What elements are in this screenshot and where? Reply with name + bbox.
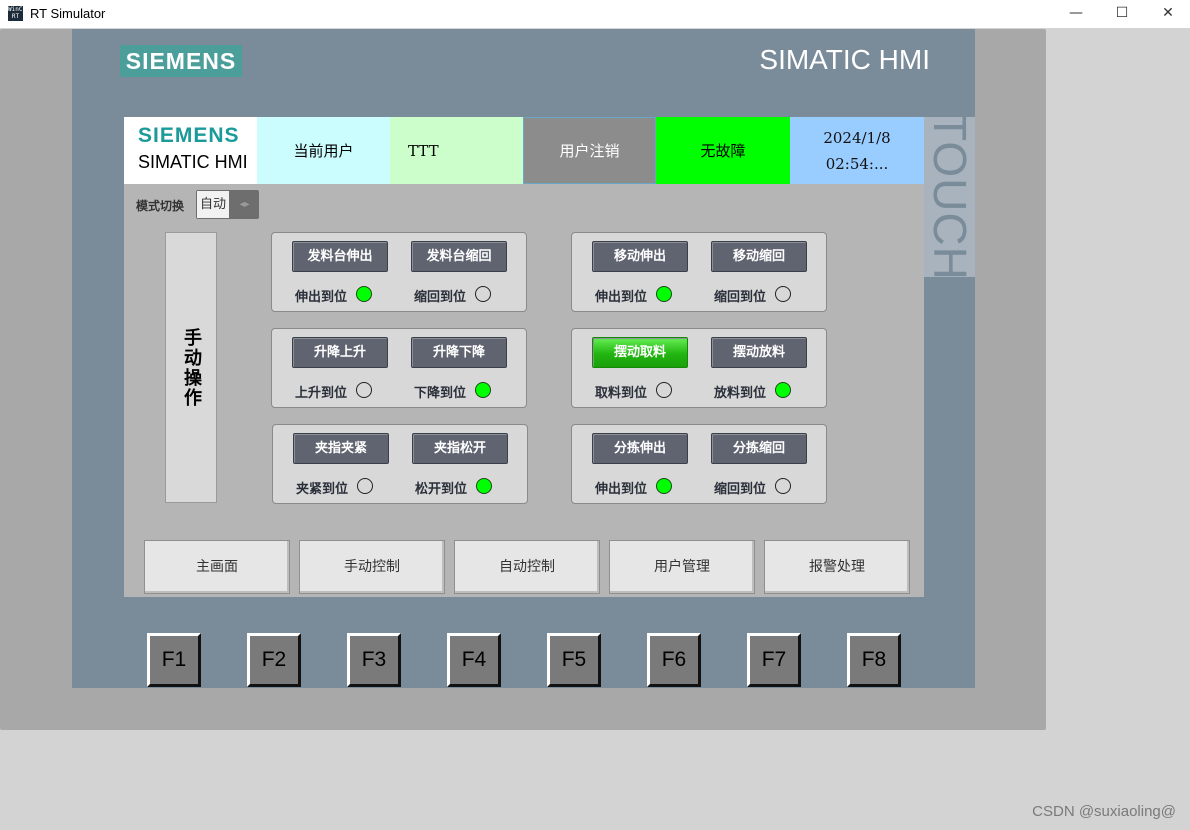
lift-down-label: 下降到位 (414, 386, 467, 401)
close-button[interactable]: ✕ (1145, 0, 1190, 28)
sort-extended-label: 伸出到位 (595, 482, 648, 497)
fkey-f5[interactable]: F5 (547, 633, 601, 687)
siemens-logo: SIEMENS (120, 45, 242, 77)
nav-auto-control[interactable]: 自动控制 (454, 540, 600, 594)
manual-operation-text: 手动操作 (181, 327, 202, 408)
current-user-value: TTT (390, 117, 523, 184)
swing-picked-label: 取料到位 (595, 386, 648, 401)
swing-placed-lamp-icon (775, 382, 791, 398)
sort-retracted-label: 缩回到位 (714, 482, 767, 497)
swing-pick-button[interactable]: 摆动取料 (592, 337, 688, 368)
feeder-extend-button[interactable]: 发料台伸出 (292, 241, 388, 272)
swing-place-button[interactable]: 摆动放料 (711, 337, 807, 368)
fkey-f8[interactable]: F8 (847, 633, 901, 687)
watermark: CSDN @suxiaoling@ (1032, 803, 1176, 820)
move-retract-button[interactable]: 移动缩回 (711, 241, 807, 272)
fkey-f3[interactable]: F3 (347, 633, 401, 687)
nav-main-screen[interactable]: 主画面 (144, 540, 290, 594)
current-user-label: 当前用户 (257, 117, 390, 184)
nav-manual-control[interactable]: 手动控制 (299, 540, 445, 594)
move-retracted-lamp-icon (775, 286, 791, 302)
touch-label: TOUCH (924, 113, 976, 281)
maximize-button[interactable]: ☐ (1099, 0, 1145, 28)
move-retracted-label: 缩回到位 (714, 290, 767, 305)
feeder-retract-button[interactable]: 发料台缩回 (411, 241, 507, 272)
header-logo-brand: SIEMENS (138, 124, 240, 147)
nav-alarm-handling[interactable]: 报警处理 (764, 540, 910, 594)
fkey-f1[interactable]: F1 (147, 633, 201, 687)
gripper-released-label: 松开到位 (415, 482, 468, 497)
sort-extended-lamp-icon (656, 478, 672, 494)
fkey-f6[interactable]: F6 (647, 633, 701, 687)
gripper-clamped-lamp-icon (357, 478, 373, 494)
sort-extend-button[interactable]: 分拣伸出 (592, 433, 688, 464)
lift-up-button[interactable]: 升降上升 (292, 337, 388, 368)
time-text: 02:54:... (825, 154, 889, 173)
datetime-display: 2024/1/8 02:54:... (790, 117, 924, 184)
feeder-retracted-lamp-icon (475, 286, 491, 302)
simatic-hmi-title: SIMATIC HMI (759, 44, 930, 75)
feeder-extended-lamp-icon (356, 286, 372, 302)
header-logo-product: SIMATIC HMI (138, 152, 248, 172)
window-titlebar (0, 0, 1190, 28)
lift-up-label: 上升到位 (295, 386, 348, 401)
gripper-clamp-button[interactable]: 夹指夹紧 (293, 433, 389, 464)
manual-operation-label: 手动操作 (165, 232, 217, 503)
touch-label-text: TOUCH (923, 113, 976, 281)
mode-switch-value[interactable]: 自动 (197, 191, 229, 218)
move-extended-label: 伸出到位 (595, 290, 648, 305)
logout-button[interactable]: 用户注销 (523, 117, 656, 184)
lift-down-lamp-icon (475, 382, 491, 398)
date-text: 2024/1/8 (823, 128, 891, 147)
gripper-clamped-label: 夹紧到位 (296, 482, 349, 497)
gripper-released-lamp-icon (476, 478, 492, 494)
fault-status: 无故障 (656, 117, 790, 184)
swing-picked-lamp-icon (656, 382, 672, 398)
fkey-f7[interactable]: F7 (747, 633, 801, 687)
feeder-retracted-label: 缩回到位 (414, 290, 467, 305)
fkey-f4[interactable]: F4 (447, 633, 501, 687)
minimize-button[interactable]: — (1053, 0, 1099, 28)
mode-switch-label: 模式切换 (136, 199, 185, 213)
move-extended-lamp-icon (656, 286, 672, 302)
wincc-app-icon: WinCC RT (8, 6, 27, 21)
swing-placed-label: 放料到位 (714, 386, 767, 401)
sort-retracted-lamp-icon (775, 478, 791, 494)
mode-switch-grip-icon[interactable]: ◂▸ (231, 191, 258, 218)
sort-retract-button[interactable]: 分拣缩回 (711, 433, 807, 464)
gripper-release-button[interactable]: 夹指松开 (412, 433, 508, 464)
window-title: RT Simulator (30, 6, 106, 21)
feeder-extended-label: 伸出到位 (295, 290, 348, 305)
lift-down-button[interactable]: 升降下降 (411, 337, 507, 368)
nav-user-management[interactable]: 用户管理 (609, 540, 755, 594)
lift-up-lamp-icon (356, 382, 372, 398)
fkey-f2[interactable]: F2 (247, 633, 301, 687)
move-extend-button[interactable]: 移动伸出 (592, 241, 688, 272)
